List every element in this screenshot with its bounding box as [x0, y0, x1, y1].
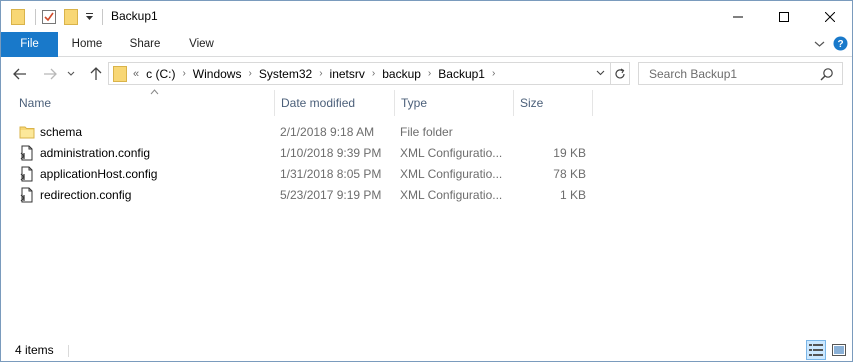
folder-icon: [19, 124, 35, 140]
config-file-icon: [19, 145, 35, 161]
folder-icon[interactable]: [9, 8, 27, 26]
chevron-right-icon[interactable]: ›: [428, 68, 431, 79]
explorer-window: Backup1 File Home Share View ? « c (C:) …: [0, 0, 853, 362]
file-size: 19 KB: [553, 146, 586, 160]
column-header-label: Size: [520, 96, 544, 110]
search-placeholder: Search Backup1: [649, 66, 738, 81]
close-button[interactable]: [807, 1, 853, 32]
column-headers: Name Date modified Type Size: [1, 87, 852, 116]
column-header-type[interactable]: Type: [394, 90, 513, 116]
tab-view[interactable]: View: [174, 32, 229, 57]
title-bar: Backup1: [1, 1, 852, 32]
file-row[interactable]: schema 2/1/2018 9:18 AM File folder: [1, 122, 852, 143]
svg-text:?: ?: [837, 39, 843, 50]
file-type: XML Configuratio...: [400, 188, 503, 202]
config-file-icon: [19, 187, 35, 203]
file-size: 78 KB: [553, 167, 586, 181]
large-icons-view-button[interactable]: [829, 340, 849, 360]
chevron-right-icon[interactable]: ›: [492, 68, 495, 79]
help-icon[interactable]: ?: [833, 36, 848, 51]
breadcrumb-item[interactable]: c (C:): [146, 67, 175, 81]
customize-toolbar-dropdown[interactable]: [84, 8, 94, 26]
chevron-right-icon[interactable]: ›: [248, 68, 251, 79]
breadcrumb-item[interactable]: backup: [382, 67, 421, 81]
new-folder-icon[interactable]: [62, 8, 80, 26]
column-header-date-modified[interactable]: Date modified: [274, 90, 394, 116]
file-row[interactable]: applicationHost.config 1/31/2018 8:05 PM…: [1, 164, 852, 185]
expand-ribbon-chevron-icon[interactable]: [814, 40, 825, 48]
file-list: schema 2/1/2018 9:18 AM File folder admi…: [1, 122, 852, 206]
chevron-right-icon[interactable]: ›: [182, 68, 185, 79]
refresh-button[interactable]: [610, 62, 630, 85]
chevron-right-icon[interactable]: ›: [372, 68, 375, 79]
quick-access-toolbar: [9, 8, 107, 26]
config-file-icon: [19, 166, 35, 182]
folder-icon: [113, 65, 129, 82]
chevron-right-icon[interactable]: ›: [319, 68, 322, 79]
file-date-modified: 1/10/2018 9:39 PM: [280, 146, 382, 160]
toolbar-separator: [102, 9, 103, 25]
search-icon[interactable]: [820, 67, 834, 81]
file-name: schema: [40, 125, 83, 139]
address-bar[interactable]: « c (C:) › Windows › System32 › inetsrv …: [108, 62, 611, 85]
file-type: XML Configuratio...: [400, 167, 503, 181]
breadcrumb-item[interactable]: Windows: [193, 67, 242, 81]
tab-file[interactable]: File: [1, 32, 58, 57]
forward-button[interactable]: [41, 65, 59, 83]
minimize-button[interactable]: [715, 1, 761, 32]
item-count: 4 items: [15, 343, 54, 357]
recent-locations-chevron-icon[interactable]: [65, 65, 77, 83]
navigation-bar: « c (C:) › Windows › System32 › inetsrv …: [1, 58, 852, 90]
file-date-modified: 1/31/2018 8:05 PM: [280, 167, 382, 181]
column-header-label: Name: [19, 96, 52, 110]
file-size: 1 KB: [559, 188, 586, 202]
status-bar: 4 items: [1, 339, 852, 361]
column-header-size[interactable]: Size: [513, 90, 593, 116]
tab-share[interactable]: Share: [116, 32, 174, 57]
file-name: redirection.config: [40, 188, 132, 202]
file-date-modified: 2/1/2018 9:18 AM: [280, 125, 375, 139]
column-header-name[interactable]: Name: [13, 87, 274, 116]
file-type: File folder: [400, 125, 453, 139]
file-row[interactable]: redirection.config 5/23/2017 9:19 PM XML…: [1, 185, 852, 206]
breadcrumb-item[interactable]: System32: [259, 67, 312, 81]
ribbon-tabs: File Home Share View ?: [1, 32, 852, 57]
file-name: administration.config: [40, 146, 151, 160]
breadcrumb-item[interactable]: inetsrv: [330, 67, 365, 81]
file-type: XML Configuratio...: [400, 146, 503, 160]
breadcrumb-overflow-icon[interactable]: «: [133, 68, 139, 80]
status-separator: [68, 345, 69, 357]
maximize-button[interactable]: [761, 1, 807, 32]
properties-icon[interactable]: [40, 8, 58, 26]
column-header-label: Date modified: [281, 96, 356, 110]
sort-ascending-icon: [150, 87, 159, 97]
back-button[interactable]: [11, 65, 29, 83]
details-view-button[interactable]: [806, 340, 826, 360]
file-row[interactable]: administration.config 1/10/2018 9:39 PM …: [1, 143, 852, 164]
toolbar-separator: [35, 9, 36, 25]
address-history-dropdown[interactable]: [594, 67, 606, 79]
file-name: applicationHost.config: [40, 167, 158, 181]
ribbon-right-controls: ?: [814, 36, 848, 51]
file-size: [513, 122, 586, 143]
file-date-modified: 5/23/2017 9:19 PM: [280, 188, 382, 202]
column-header-label: Type: [401, 96, 428, 110]
up-button[interactable]: [87, 65, 105, 83]
search-input[interactable]: Search Backup1: [638, 62, 843, 85]
window-title: Backup1: [111, 9, 158, 23]
breadcrumb-item[interactable]: Backup1: [438, 67, 485, 81]
breadcrumb: « c (C:) › Windows › System32 › inetsrv …: [133, 67, 502, 81]
tab-home[interactable]: Home: [58, 32, 116, 57]
